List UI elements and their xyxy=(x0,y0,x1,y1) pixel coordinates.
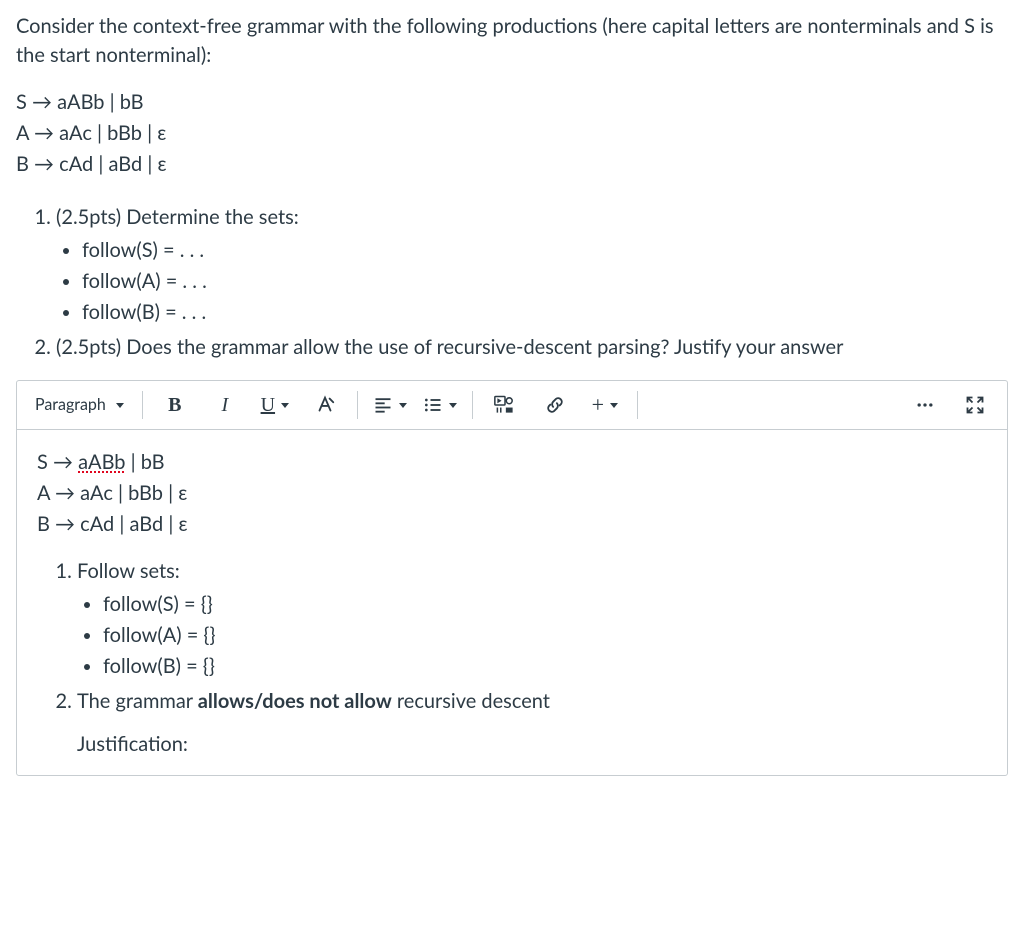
answer-part-1: Follow sets: follow(S) = {} follow(A) = … xyxy=(77,557,987,681)
block-type-label: Paragraph xyxy=(35,393,106,416)
question-part-2-label: (2.5pts) Does the grammar allow the use … xyxy=(56,335,843,359)
answer-part-1-label: Follow sets: xyxy=(77,559,180,583)
toolbar-separator xyxy=(357,391,358,419)
rich-text-editor: Paragraph B I U xyxy=(16,380,1008,776)
follow-a-prompt: follow(A) = . . . xyxy=(82,267,1008,296)
fullscreen-button[interactable] xyxy=(951,387,999,423)
answer-grammar: S → aABb | bB A → aAc | bBb | ε B → cAd … xyxy=(37,448,987,539)
link-icon xyxy=(544,394,566,416)
answer-follow-a: follow(A) = {} xyxy=(103,621,987,650)
question-part-1-label: (2.5pts) Determine the sets: xyxy=(56,205,299,229)
justification-label: Justification: xyxy=(77,730,987,759)
plus-icon: + xyxy=(592,394,604,416)
text-color-icon xyxy=(314,394,336,416)
spellcheck-underline: aABb xyxy=(78,450,125,474)
align-button[interactable] xyxy=(366,387,414,423)
chevron-down-icon xyxy=(449,403,457,408)
toolbar-separator xyxy=(472,391,473,419)
answer-p2-post: recursive descent xyxy=(392,689,550,713)
grammar-line-1: S → aABb | bB xyxy=(16,88,1008,117)
fullscreen-icon xyxy=(965,395,985,415)
block-type-select[interactable]: Paragraph xyxy=(25,387,134,422)
follow-b-prompt: follow(B) = . . . xyxy=(82,298,1008,327)
grammar-line-2: A → aAc | bBb | ε xyxy=(16,119,1008,148)
more-button[interactable] xyxy=(901,387,949,423)
question-part-1-items: follow(S) = . . . follow(A) = . . . foll… xyxy=(56,236,1008,327)
answer-list: Follow sets: follow(S) = {} follow(A) = … xyxy=(77,557,987,716)
follow-s-prompt: follow(S) = . . . xyxy=(82,236,1008,265)
bullet-list-icon xyxy=(423,395,443,415)
toolbar-separator xyxy=(637,391,638,419)
media-icon xyxy=(494,395,516,415)
chevron-down-icon xyxy=(610,403,618,408)
bold-button[interactable]: B xyxy=(151,387,199,423)
italic-button[interactable]: I xyxy=(201,387,249,423)
answer-p2-bold: allows/does not allow xyxy=(198,689,392,713)
chevron-down-icon xyxy=(281,403,289,408)
answer-g1-post: | bB xyxy=(126,450,165,474)
answer-part-2: The grammar allows/does not allow recurs… xyxy=(77,687,987,716)
grammar-line-3: B → cAd | aBd | ε xyxy=(16,150,1008,179)
answer-follow-s: follow(S) = {} xyxy=(103,590,987,619)
editor-toolbar: Paragraph B I U xyxy=(17,381,1007,430)
underline-button[interactable]: U xyxy=(251,387,299,423)
answer-grammar-line-2: A → aAc | bBb | ε xyxy=(37,479,987,508)
grammar-block: S → aABb | bB A → aAc | bBb | ε B → cAd … xyxy=(16,88,1008,179)
answer-p2-pre: The grammar xyxy=(77,689,198,713)
answer-follow-b: follow(B) = {} xyxy=(103,652,987,681)
answer-follow-sets: follow(S) = {} follow(A) = {} follow(B) … xyxy=(77,590,987,681)
answer-g1-pre: S → xyxy=(37,450,78,474)
media-button[interactable] xyxy=(481,387,529,423)
answer-grammar-line-3: B → cAd | aBd | ε xyxy=(37,510,987,539)
question-part-2: (2.5pts) Does the grammar allow the use … xyxy=(56,333,1008,362)
text-color-button[interactable] xyxy=(301,387,349,423)
more-horizontal-icon xyxy=(915,395,935,415)
answer-grammar-line-1: S → aABb | bB xyxy=(37,448,987,477)
question-list: (2.5pts) Determine the sets: follow(S) =… xyxy=(56,203,1008,362)
link-button[interactable] xyxy=(531,387,579,423)
insert-button[interactable]: + xyxy=(581,387,629,423)
chevron-down-icon xyxy=(399,403,407,408)
align-left-icon xyxy=(373,395,393,415)
editor-content[interactable]: S → aABb | bB A → aAc | bBb | ε B → cAd … xyxy=(17,430,1007,775)
toolbar-separator xyxy=(142,391,143,419)
list-button[interactable] xyxy=(416,387,464,423)
question-intro: Consider the context-free grammar with t… xyxy=(16,12,1008,70)
chevron-down-icon xyxy=(116,403,124,408)
underline-icon: U xyxy=(261,391,275,420)
question-part-1: (2.5pts) Determine the sets: follow(S) =… xyxy=(56,203,1008,327)
